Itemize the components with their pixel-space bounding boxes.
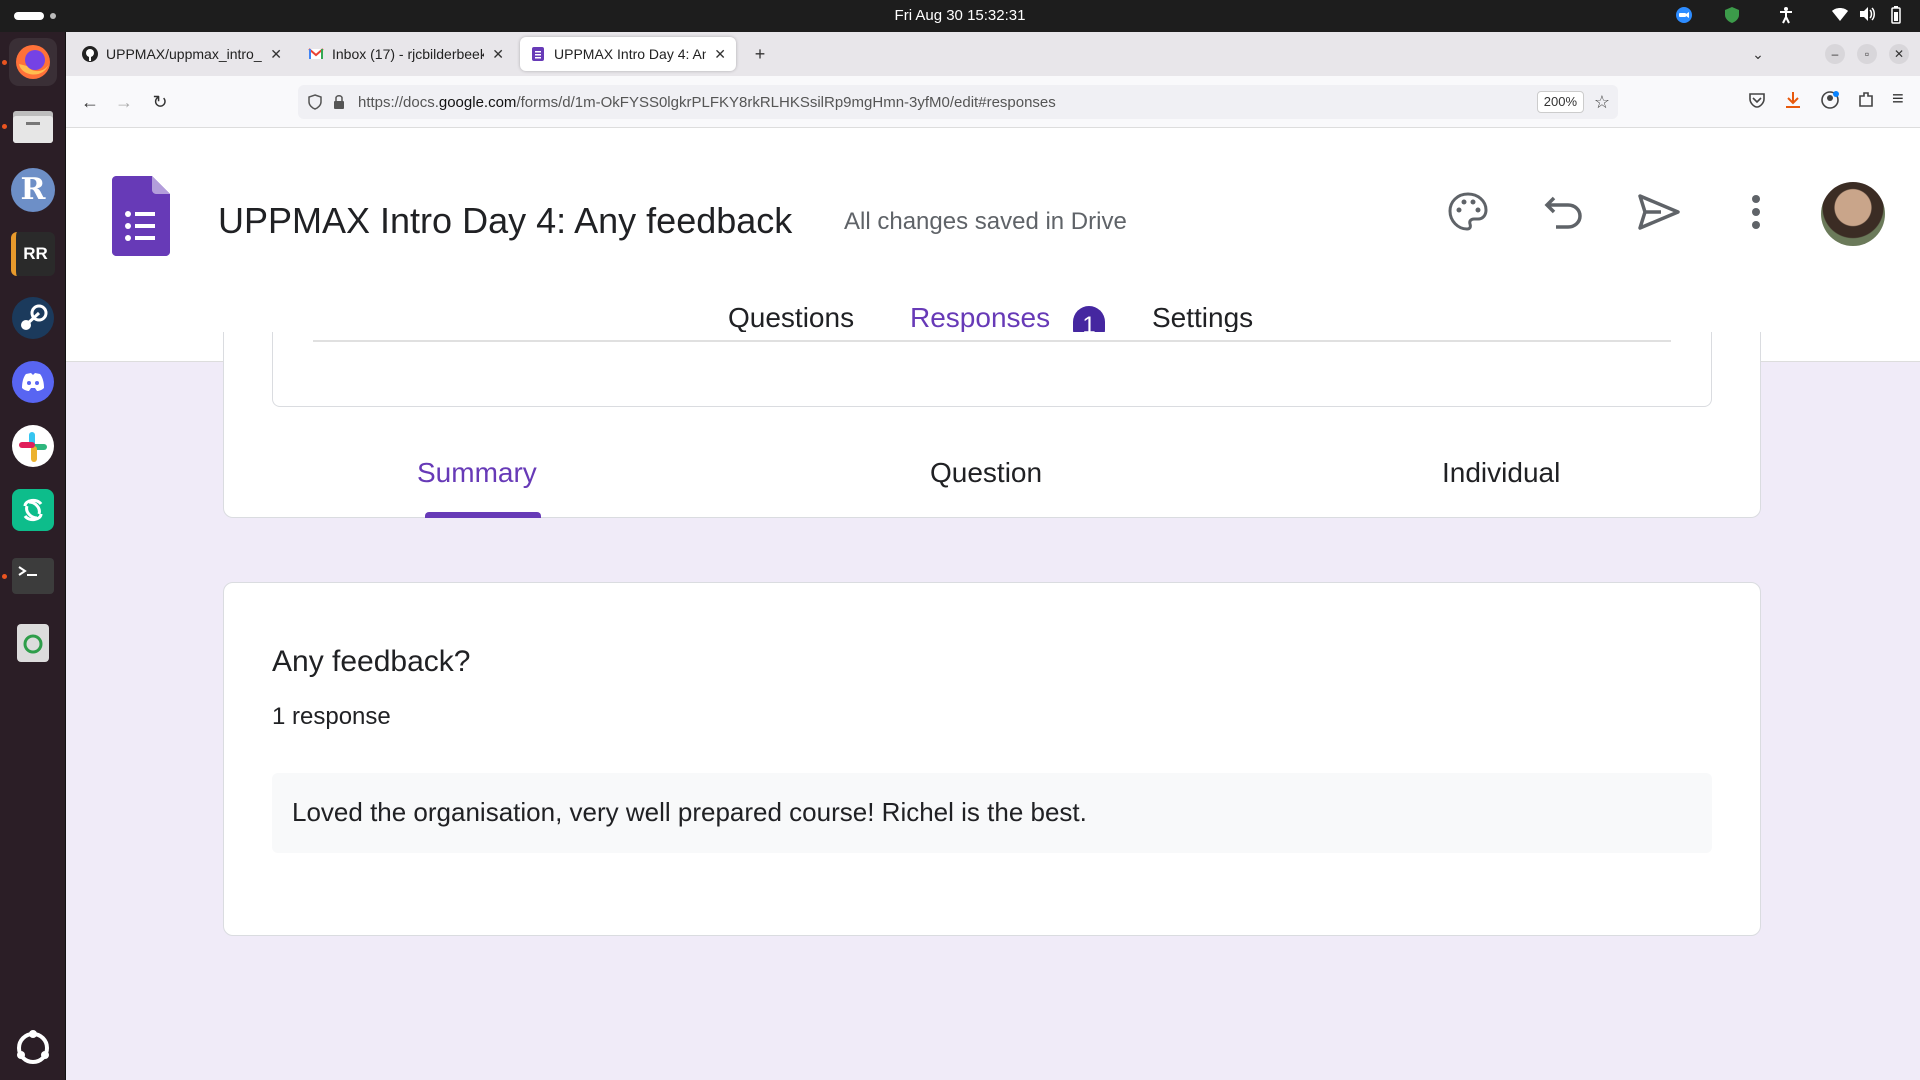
firefox-window: UPPMAX/uppmax_intro_ ✕ Inbox (17) - rjcb… — [66, 32, 1920, 1080]
account-icon[interactable] — [1820, 90, 1840, 115]
new-tab-button[interactable]: + — [748, 42, 772, 66]
hamburger-menu-icon[interactable]: ≡ — [1892, 88, 1904, 111]
question-summary-card: Any feedback? 1 response Loved the organ… — [223, 582, 1761, 936]
github-icon — [82, 46, 98, 62]
system-top-bar: Fri Aug 30 15:32:31 — [0, 0, 1920, 32]
tracking-shield-icon[interactable] — [308, 94, 322, 115]
close-tab-icon[interactable]: ✕ — [270, 46, 282, 63]
wifi-icon[interactable] — [1830, 6, 1850, 26]
reload-button[interactable]: ↻ — [148, 90, 172, 114]
rstudio-icon[interactable]: RR — [9, 230, 57, 278]
back-button[interactable]: ← — [78, 90, 102, 114]
navigation-bar: ← → ↻ https://docs.google.com/forms/d/1m… — [66, 76, 1920, 128]
firefox-icon[interactable] — [9, 38, 57, 86]
question-title: Any feedback? — [272, 645, 471, 678]
volume-icon[interactable] — [1857, 6, 1877, 26]
lock-icon[interactable] — [332, 93, 346, 116]
zoom-level-badge[interactable]: 200% — [1536, 91, 1584, 113]
more-options-icon[interactable] — [1730, 186, 1782, 238]
close-tab-icon[interactable]: ✕ — [492, 46, 504, 63]
url-bar[interactable]: https://docs.google.com/forms/d/1m-OkFYS… — [298, 85, 1618, 119]
tab-settings[interactable]: Settings — [1152, 302, 1253, 334]
forms-header: UPPMAX Intro Day 4: Any feedback All cha… — [66, 128, 1920, 362]
battery-icon[interactable] — [1886, 6, 1906, 26]
running-indicator — [2, 574, 7, 579]
active-subtab-indicator — [425, 512, 541, 518]
save-status: All changes saved in Drive — [844, 208, 1127, 235]
form-title[interactable]: UPPMAX Intro Day 4: Any feedback — [218, 200, 792, 242]
accessibility-icon[interactable] — [1776, 6, 1796, 26]
tab-title: Inbox (17) - rjcbilderbeek — [332, 46, 485, 62]
undo-icon[interactable] — [1538, 186, 1590, 238]
gmail-icon — [308, 46, 324, 62]
system-clock[interactable]: Fri Aug 30 15:32:31 — [0, 7, 1920, 24]
downloads-icon[interactable] — [1784, 90, 1802, 115]
trash-icon[interactable] — [9, 618, 57, 666]
close-window-button[interactable]: ✕ — [1889, 44, 1909, 64]
tab-responses[interactable]: Responses — [910, 302, 1050, 334]
google-forms-logo-icon[interactable] — [112, 176, 170, 256]
pocket-icon[interactable] — [1748, 91, 1766, 114]
subtab-question[interactable]: Question — [930, 457, 1042, 489]
tab-questions[interactable]: Questions — [728, 302, 854, 334]
running-indicator — [2, 124, 7, 129]
subtab-summary[interactable]: Summary — [417, 457, 537, 489]
response-count: 1 response — [272, 703, 391, 730]
shield-tray-icon[interactable] — [1722, 6, 1742, 26]
divider — [313, 340, 1671, 342]
files-icon[interactable] — [9, 102, 57, 150]
element-icon[interactable] — [9, 486, 57, 534]
restore-button[interactable]: ▫ — [1857, 44, 1877, 64]
url-path: /forms/d/1m-OkFYSS0lgkrPLFKY8rkRLHKSsilR… — [516, 94, 1056, 111]
tab-title: UPPMAX/uppmax_intro_ — [106, 46, 262, 62]
show-apps-icon[interactable] — [9, 1024, 57, 1072]
tab-list-chevron-icon[interactable]: ⌄ — [1746, 42, 1770, 66]
tab-gmail[interactable]: Inbox (17) - rjcbilderbeek ✕ — [298, 37, 514, 71]
tab-forms[interactable]: UPPMAX Intro Day 4: Any ✕ — [520, 37, 736, 71]
tab-strip: UPPMAX/uppmax_intro_ ✕ Inbox (17) - rjcb… — [66, 32, 1920, 76]
bookmark-star-icon[interactable]: ☆ — [1594, 92, 1610, 113]
send-icon[interactable] — [1633, 186, 1685, 238]
url-text[interactable]: https://docs.google.com/forms/d/1m-OkFYS… — [358, 94, 1056, 111]
forms-icon — [530, 46, 546, 62]
palette-icon[interactable] — [1442, 186, 1494, 238]
terminal-icon[interactable] — [9, 552, 57, 600]
minimize-button[interactable]: – — [1825, 44, 1845, 64]
slack-icon[interactable] — [9, 422, 57, 470]
list-item: Loved the organisation, very well prepar… — [272, 773, 1712, 853]
url-host: google.com — [438, 94, 517, 111]
application-dock: R RR — [0, 32, 66, 1080]
steam-icon[interactable] — [9, 294, 57, 342]
url-prefix: https://docs. — [358, 94, 439, 111]
r-icon[interactable]: R — [9, 166, 57, 214]
forward-button[interactable]: → — [112, 90, 136, 114]
discord-icon[interactable] — [9, 358, 57, 406]
subtab-individual[interactable]: Individual — [1442, 457, 1560, 489]
tab-github[interactable]: UPPMAX/uppmax_intro_ ✕ — [72, 37, 292, 71]
extensions-icon[interactable] — [1856, 90, 1876, 115]
responses-overview-card: Summary Question Individual — [223, 332, 1761, 518]
avatar[interactable] — [1821, 182, 1885, 246]
zoom-tray-icon[interactable] — [1674, 6, 1694, 26]
response-text: Loved the organisation, very well prepar… — [292, 797, 1087, 827]
tab-title: UPPMAX Intro Day 4: Any — [554, 46, 707, 62]
close-tab-icon[interactable]: ✕ — [714, 46, 726, 63]
responses-controls-box — [272, 332, 1712, 407]
running-indicator — [2, 60, 7, 65]
